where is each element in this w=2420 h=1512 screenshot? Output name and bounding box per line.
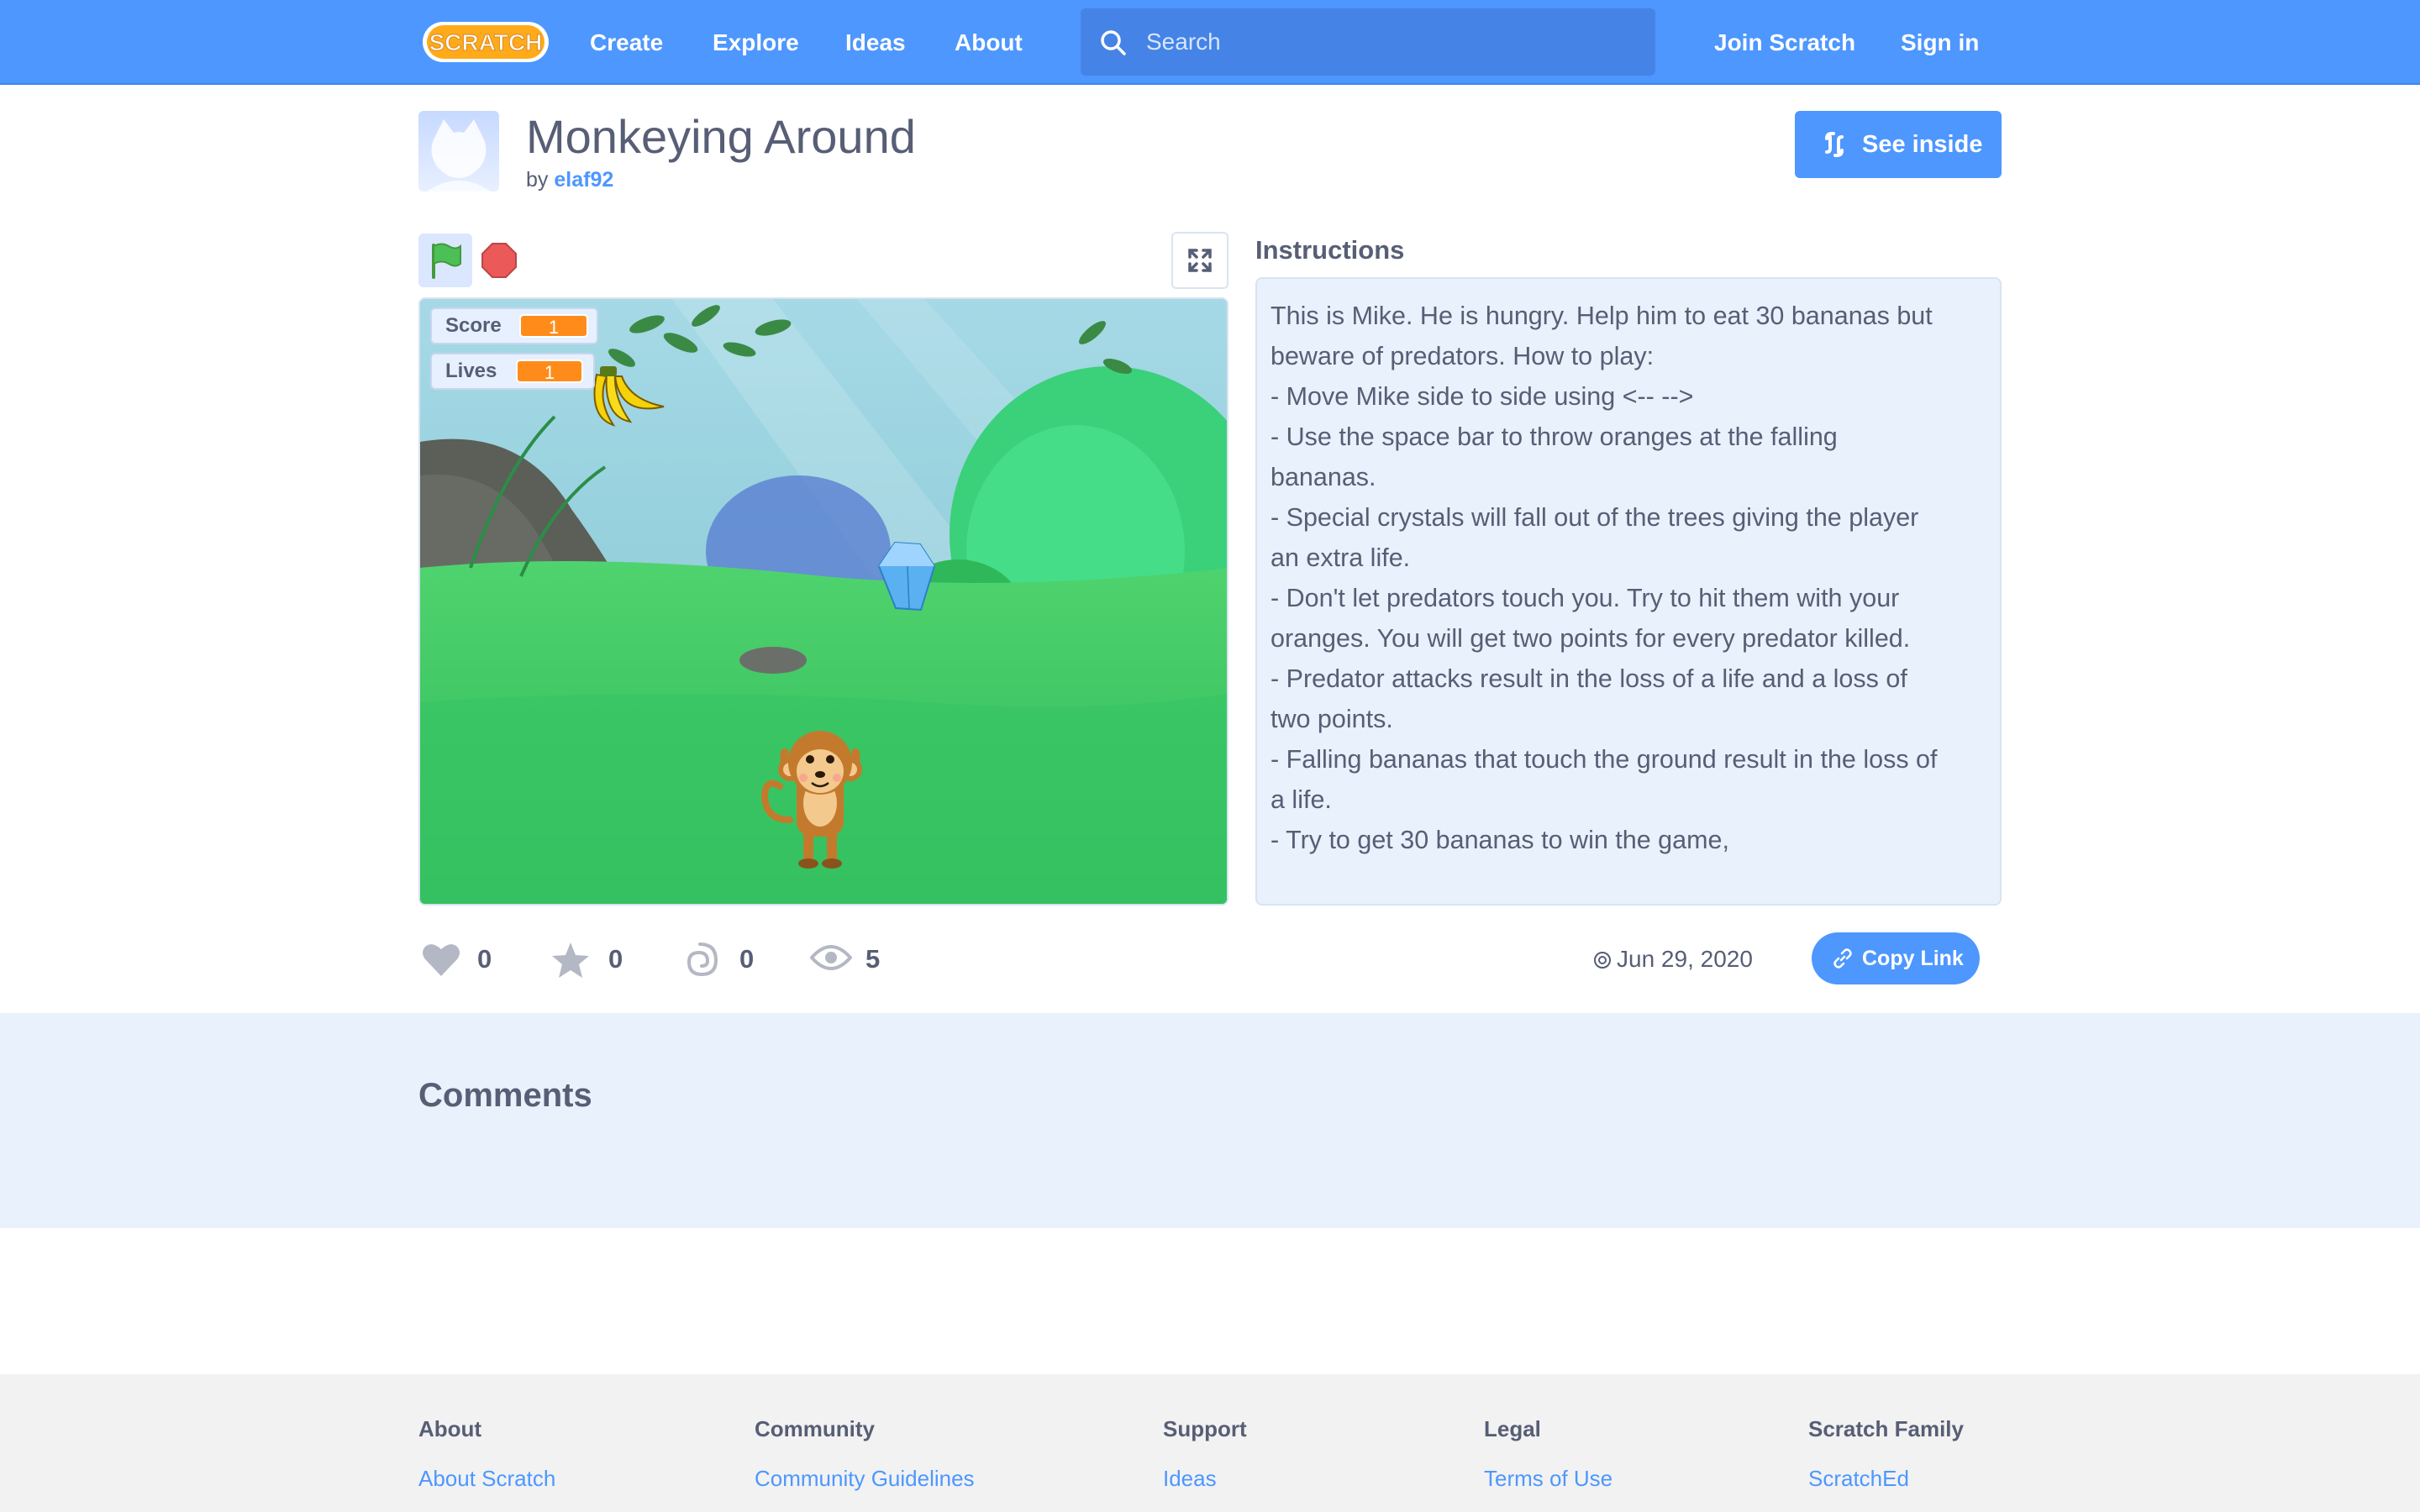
project-title: Monkeying Around: [526, 110, 916, 163]
jungle-scene: [420, 299, 1227, 904]
heart-icon: [423, 944, 460, 976]
search-icon: [1101, 30, 1126, 55]
score-monitor: Score 1: [430, 307, 598, 344]
copy-link-label: Copy Link: [1862, 947, 1964, 970]
link-icon: [1833, 948, 1852, 969]
by-line: by elaf92: [526, 168, 613, 192]
search-box[interactable]: [1081, 8, 1655, 76]
see-inside-label: See inside: [1862, 131, 1983, 158]
footer-link[interactable]: Terms of Use: [1484, 1466, 1612, 1492]
remix-count: 0: [739, 944, 755, 974]
footer-heading: Legal: [1484, 1416, 1541, 1441]
author-link[interactable]: elaf92: [554, 168, 613, 192]
footer-link[interactable]: ScratchEd: [1808, 1466, 1964, 1492]
nav-about[interactable]: About: [955, 0, 1023, 85]
instructions-line: bananas.: [1270, 463, 1376, 491]
see-inside-button[interactable]: See inside: [1795, 111, 2002, 178]
star-icon: [552, 942, 589, 978]
top-nav: SCRATCH Create Explore Ideas About Join …: [0, 0, 2420, 85]
fullscreen-button[interactable]: [1171, 232, 1228, 289]
sign-in-link[interactable]: Sign in: [1901, 0, 1979, 85]
footer-column-about: About About Scratch: [418, 1416, 555, 1492]
footer-column-support: Support Ideas: [1163, 1416, 1247, 1492]
comments-heading: Comments: [418, 1077, 592, 1114]
score-value: 1: [519, 314, 588, 338]
logo-text: SCRATCH: [429, 29, 543, 55]
instructions-line: - Use the space bar to throw oranges at …: [1270, 423, 1838, 451]
lives-label: Lives: [445, 360, 497, 382]
instructions-line: a life.: [1270, 785, 1332, 814]
comments-section: Comments: [0, 1013, 2420, 1228]
favorite-count: 0: [608, 944, 623, 974]
footer-heading: Community: [755, 1416, 875, 1441]
lives-value: 1: [516, 360, 583, 383]
instructions-line: This is Mike. He is hungry. Help him to …: [1270, 302, 1933, 330]
instructions-line: - Don't let predators touch you. Try to …: [1270, 584, 1900, 612]
footer-column-legal: Legal Terms of Use: [1484, 1416, 1612, 1492]
views-stat: 5: [810, 936, 902, 983]
footer-column-community: Community Community Guidelines: [755, 1416, 975, 1492]
stop-button[interactable]: [479, 240, 519, 281]
remix-stat: 0: [681, 936, 773, 983]
eye-icon: [810, 945, 852, 970]
scratch-logo[interactable]: SCRATCH: [420, 18, 551, 66]
lives-monitor: Lives 1: [430, 353, 595, 390]
instructions-line: beware of predators. How to play:: [1270, 342, 1655, 370]
project-stage[interactable]: Score 1 Lives 1: [418, 297, 1228, 906]
love-count: 0: [477, 944, 492, 974]
by-label: by: [526, 168, 549, 192]
instructions-box: This is Mike. He is hungry. Help him to …: [1255, 277, 2002, 906]
footer-link[interactable]: About Scratch: [418, 1466, 555, 1492]
see-inside-icon: [1825, 132, 1844, 157]
stop-sign-icon: [481, 243, 517, 278]
footer-heading: Scratch Family: [1808, 1416, 1964, 1441]
join-scratch-link[interactable]: Join Scratch: [1714, 0, 1855, 85]
fullscreen-icon: [1188, 249, 1212, 272]
copy-link-button[interactable]: Copy Link: [1812, 932, 1980, 984]
instructions-line: - Special crystals will fall out of the …: [1270, 503, 1919, 532]
nav-explore[interactable]: Explore: [713, 0, 799, 85]
instructions-line: an extra life.: [1270, 543, 1411, 572]
cat-avatar-icon: [427, 119, 491, 192]
favorite-button[interactable]: 0: [550, 936, 642, 983]
shared-date: Jun 29, 2020: [1593, 942, 1753, 976]
instructions-heading: Instructions: [1255, 235, 1405, 265]
author-avatar[interactable]: [418, 111, 499, 192]
instructions-line: two points.: [1270, 705, 1393, 733]
instructions-line: - Try to get 30 bananas to win the game,: [1270, 826, 1729, 854]
shared-date-text: Jun 29, 2020: [1617, 946, 1753, 972]
footer-heading: Support: [1163, 1416, 1247, 1441]
remix-spiral-icon: [687, 942, 718, 977]
instructions-line: oranges. You will get two points for eve…: [1270, 624, 1911, 653]
green-flag-button[interactable]: [418, 234, 472, 287]
footer-heading: About: [418, 1416, 482, 1441]
views-count: 5: [865, 944, 881, 974]
love-button[interactable]: 0: [420, 936, 513, 983]
clock-icon: [1594, 952, 1611, 969]
nav-create[interactable]: Create: [590, 0, 663, 85]
instructions-line: - Move Mike side to side using <-- -->: [1270, 382, 1694, 411]
instructions-line: - Predator attacks result in the loss of…: [1270, 664, 1907, 693]
search-input[interactable]: [1146, 8, 1634, 76]
nav-ideas[interactable]: Ideas: [845, 0, 906, 85]
footer-link[interactable]: Ideas: [1163, 1466, 1247, 1492]
green-flag-icon: [432, 243, 461, 279]
score-label: Score: [445, 314, 502, 337]
instructions-line: - Falling bananas that touch the ground …: [1270, 745, 1938, 774]
footer-column-scratch-family: Scratch Family ScratchEd: [1808, 1416, 1964, 1492]
footer-link[interactable]: Community Guidelines: [755, 1466, 975, 1492]
footer: About About Scratch Community Community …: [0, 1374, 2420, 1512]
